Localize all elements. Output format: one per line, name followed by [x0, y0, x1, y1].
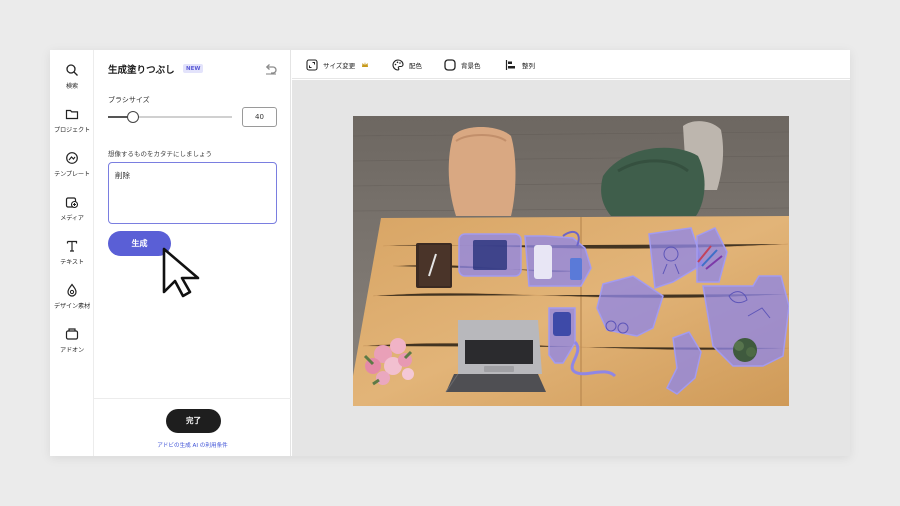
sidebar-item-media[interactable]: メディア [50, 195, 94, 222]
sidebar-item-design-assets[interactable]: デザイン素材 [50, 283, 94, 310]
search-icon [66, 64, 78, 76]
new-badge: NEW [183, 64, 204, 73]
terms-link[interactable]: アドビの生成 AI の利用条件 [94, 441, 291, 449]
sidebar-item-addons[interactable]: アドオン [50, 327, 94, 354]
sidebar-item-label: メディア [60, 215, 84, 222]
sidebar-item-projects[interactable]: プロジェクト [50, 107, 94, 134]
toolbar-label: 整列 [522, 62, 535, 70]
sidebar-item-label: テンプレート [54, 171, 90, 178]
folder-icon [65, 109, 79, 120]
divider [94, 398, 291, 399]
app-window: 検索 プロジェクト テンプレート メディア テキスト デザイン素材 アドオン 生… [50, 50, 850, 456]
sidebar-item-label: アドオン [60, 347, 84, 354]
crown-icon [362, 62, 369, 67]
sidebar-item-label: プロジェクト [54, 127, 90, 134]
palette-icon [392, 59, 404, 71]
text-icon [66, 240, 78, 252]
top-toolbar: サイズ変更 配色 背景色 整列 [292, 50, 850, 79]
toolbar-color-scheme[interactable]: 配色 [392, 58, 422, 72]
resize-icon [306, 59, 318, 71]
workspace-photo[interactable] [353, 116, 789, 406]
media-icon [65, 197, 79, 209]
brush-size-slider[interactable] [108, 111, 232, 123]
panel-title: 生成塗りつぶし [108, 65, 175, 76]
sidebar-item-label: デザイン素材 [54, 303, 90, 310]
desk-scene-image [353, 116, 789, 406]
slider-thumb[interactable] [127, 111, 139, 123]
shapes-icon [67, 283, 77, 297]
generative-fill-panel: 生成塗りつぶし NEW ブラシサイズ 40 想像するものをカタチにしましょう 削… [94, 50, 291, 456]
prompt-label: 想像するものをカタチにしましょう [108, 150, 212, 158]
sidebar-item-text[interactable]: テキスト [50, 239, 94, 266]
left-rail: 検索 プロジェクト テンプレート メディア テキスト デザイン素材 アドオン [50, 50, 94, 456]
undo-icon[interactable] [264, 61, 278, 75]
toolbar-label: サイズ変更 [323, 62, 356, 70]
mouse-pointer-icon [162, 247, 200, 298]
sidebar-item-label: テキスト [60, 259, 84, 266]
prompt-input[interactable]: 削除 [108, 162, 277, 224]
done-button[interactable]: 完了 [166, 409, 221, 433]
addon-icon [65, 328, 79, 340]
brush-size-label: ブラシサイズ [108, 96, 150, 104]
canvas-area[interactable] [292, 80, 850, 456]
toolbar-align[interactable]: 整列 [505, 58, 535, 72]
brush-size-input[interactable]: 40 [242, 107, 277, 127]
toolbar-label: 配色 [409, 62, 422, 70]
background-color-icon [444, 59, 456, 71]
sidebar-item-templates[interactable]: テンプレート [50, 151, 94, 178]
sidebar-item-label: 検索 [66, 83, 78, 90]
toolbar-label: 背景色 [461, 62, 481, 70]
template-icon [66, 152, 78, 164]
align-icon [505, 60, 515, 70]
toolbar-resize[interactable]: サイズ変更 [306, 58, 369, 72]
sidebar-item-search[interactable]: 検索 [50, 63, 94, 90]
toolbar-background-color[interactable]: 背景色 [444, 58, 481, 72]
